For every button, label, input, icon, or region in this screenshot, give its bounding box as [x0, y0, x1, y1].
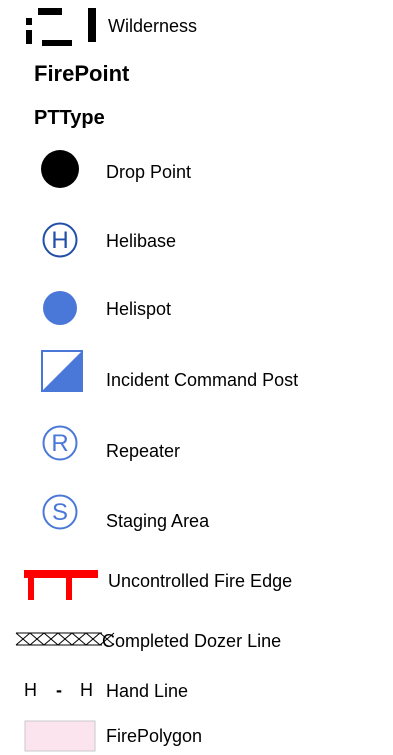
legend-item-label: Helibase	[106, 231, 177, 251]
wilderness-label: Wilderness	[108, 16, 198, 36]
layer-title: FirePoint	[34, 61, 130, 86]
repeater-icon-letter: R	[51, 430, 68, 457]
helispot-icon	[42, 290, 78, 326]
legend-item-label: Staging Area	[106, 511, 210, 531]
staging-area-icon-letter: S	[52, 499, 68, 526]
hand-line-symbol-left: H	[24, 680, 37, 700]
repeater-icon: R	[42, 425, 78, 461]
legend-item-label: Incident Command Post	[106, 370, 299, 390]
uncontrolled-fire-edge-icon	[24, 568, 98, 602]
wilderness-boundary-icon	[24, 6, 98, 46]
legend-item-label: Hand Line	[106, 681, 189, 701]
hand-line-symbol-mid: -	[56, 680, 62, 700]
helibase-icon: H	[42, 222, 78, 258]
legend-item-label: Uncontrolled Fire Edge	[108, 571, 293, 591]
field-title: PTType	[34, 107, 105, 129]
legend-item-label: FirePolygon	[106, 726, 203, 746]
completed-dozer-line-icon	[15, 629, 115, 649]
incident-command-post-icon	[41, 350, 83, 392]
helibase-icon-letter: H	[51, 227, 68, 254]
legend-item-label: Helispot	[106, 299, 172, 319]
staging-area-icon: S	[42, 494, 78, 530]
hand-line-icon: H - H	[24, 678, 100, 702]
legend-item-label: Drop Point	[106, 162, 192, 182]
fire-polygon-icon	[24, 720, 96, 752]
legend-item-label: Repeater	[106, 441, 181, 461]
legend-item-label: Completed Dozer Line	[102, 631, 282, 651]
hand-line-symbol-right: H	[80, 680, 93, 700]
drop-point-icon	[40, 149, 80, 189]
